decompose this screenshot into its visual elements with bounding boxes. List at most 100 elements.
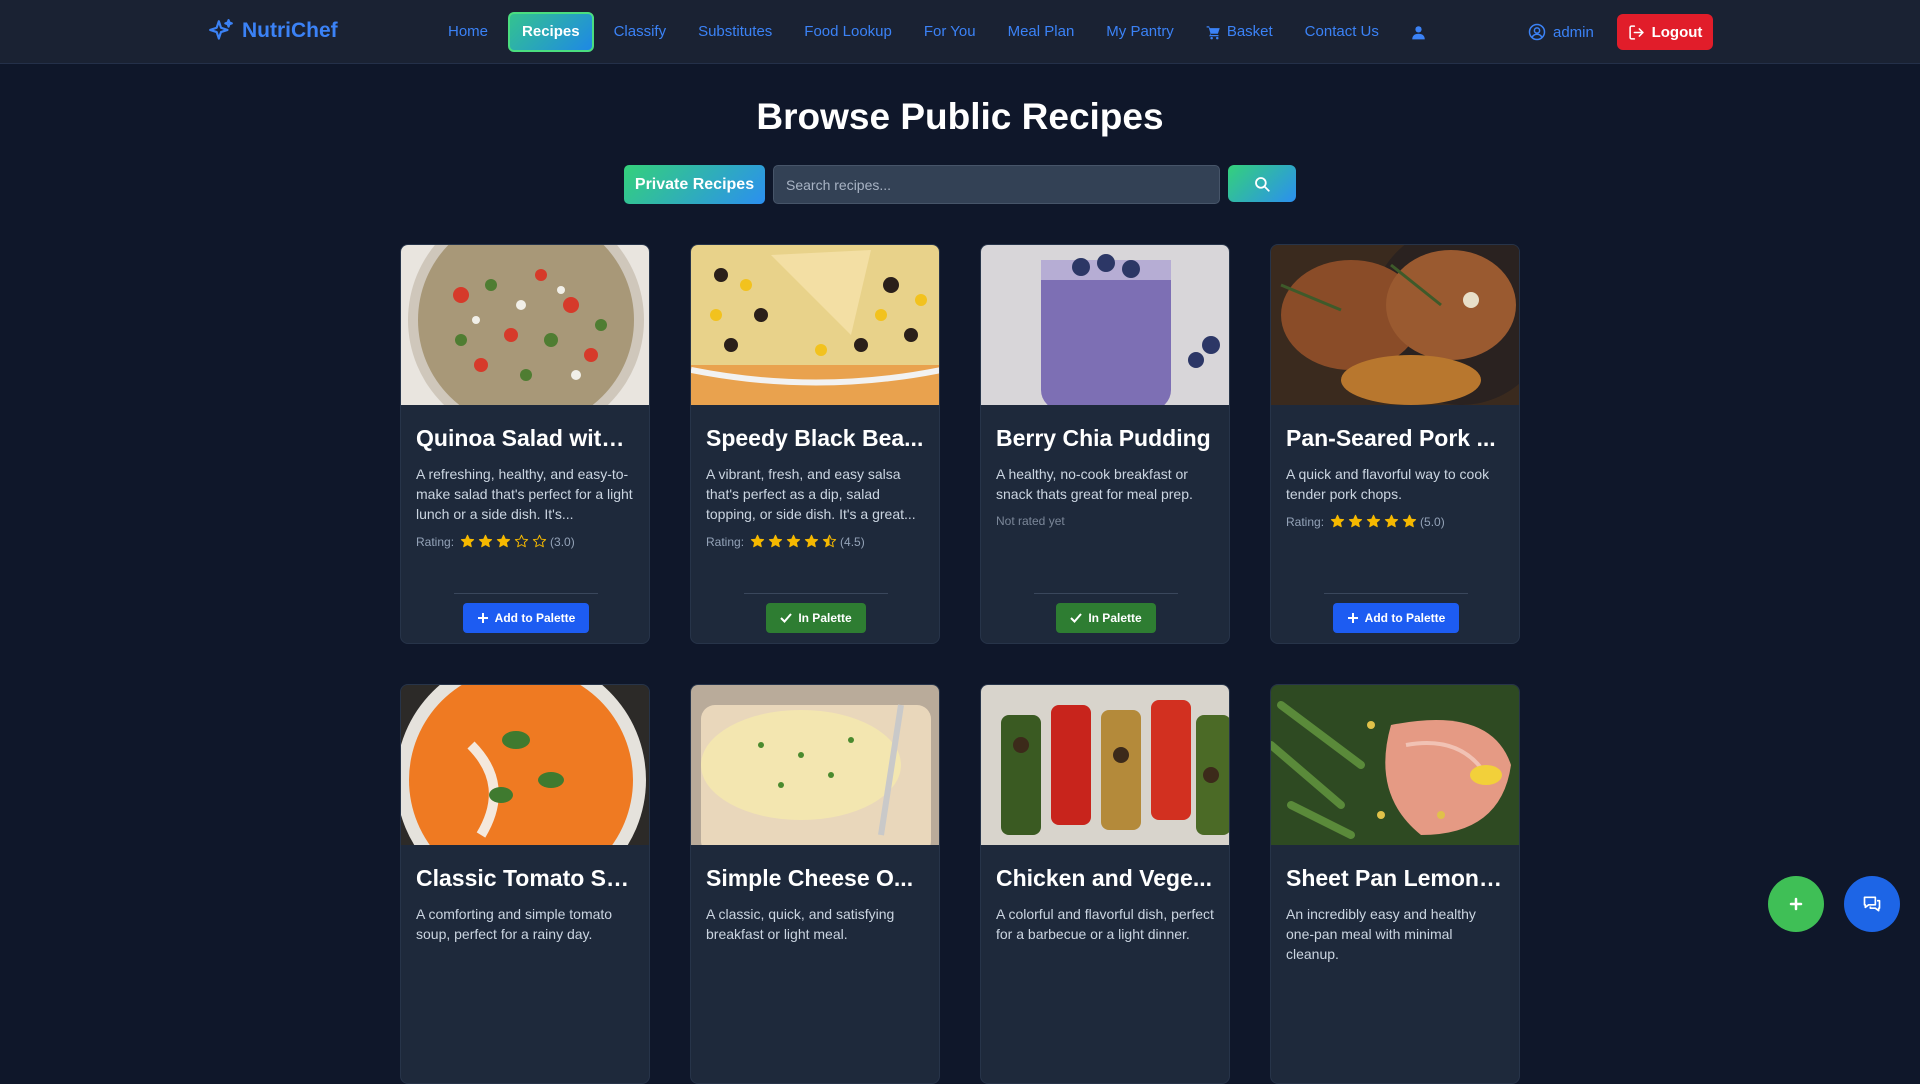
star-icon [1348, 514, 1363, 528]
add-to-palette-button[interactable]: Add to Palette [1333, 603, 1459, 633]
recipe-card[interactable]: Speedy Black Bea... A vibrant, fresh, an… [690, 244, 940, 644]
brand-logo[interactable]: NutriChef [208, 18, 338, 44]
nav-meal-plan[interactable]: Meal Plan [992, 12, 1091, 52]
recipe-card[interactable]: Simple Cheese O... A classic, quick, and… [690, 684, 940, 1084]
cart-icon [1206, 25, 1220, 39]
nav-substitutes[interactable]: Substitutes [682, 12, 788, 52]
recipe-title[interactable]: Classic Tomato So... [416, 865, 634, 892]
not-rated-text: Not rated yet [996, 514, 1065, 528]
rating-value: (5.0) [1420, 514, 1445, 529]
user-settings-icon [1412, 25, 1425, 39]
footer-divider [454, 593, 598, 594]
search-input[interactable] [773, 165, 1220, 204]
palette-label: In Palette [798, 611, 852, 625]
recipe-rating: Rating: (5.0) [1286, 514, 1504, 529]
rating-value: (3.0) [550, 534, 575, 549]
logout-button[interactable]: Logout [1617, 14, 1713, 50]
recipe-description: A refreshing, healthy, and easy-to-make … [416, 466, 633, 522]
in-palette-button[interactable]: In Palette [766, 603, 866, 633]
recipe-image-lemon-salmon [1271, 685, 1519, 845]
card-footer: Add to Palette [1271, 593, 1519, 643]
recipe-title[interactable]: Pan-Seared Pork ... [1286, 425, 1504, 452]
recipe-image-black-bean-salsa [691, 245, 939, 405]
add-fab-button[interactable] [1768, 876, 1824, 932]
recipe-description: A colorful and flavorful dish, perfect f… [996, 906, 1214, 942]
nav-home[interactable]: Home [432, 12, 504, 52]
logout-icon [1628, 24, 1644, 40]
recipe-description: A classic, quick, and satisfying breakfa… [706, 906, 895, 942]
recipe-rating: Rating: (4.5) [706, 534, 924, 549]
nav-food-lookup[interactable]: Food Lookup [788, 12, 908, 52]
recipe-card[interactable]: Sheet Pan Lemon ... An incredibly easy a… [1270, 684, 1520, 1084]
user-circle-icon [1528, 23, 1546, 41]
recipe-card[interactable]: Classic Tomato So... A comforting and si… [400, 684, 650, 1084]
palette-label: In Palette [1088, 611, 1142, 625]
plus-icon [477, 613, 488, 623]
recipe-description: An incredibly easy and healthy one-pan m… [1286, 906, 1476, 962]
star-icon [786, 534, 801, 548]
star-icon [460, 534, 475, 548]
recipe-image-pork-chops [1271, 245, 1519, 405]
chat-icon [1863, 896, 1881, 912]
star-icon [1330, 514, 1345, 528]
recipe-description: A comforting and simple tomato soup, per… [416, 906, 613, 942]
nav-classify[interactable]: Classify [598, 12, 683, 52]
add-to-palette-button[interactable]: Add to Palette [463, 603, 589, 633]
rating-stars [460, 534, 547, 549]
recipe-title[interactable]: Chicken and Vege... [996, 865, 1214, 892]
search-button[interactable] [1228, 165, 1296, 202]
recipe-card[interactable]: Berry Chia Pudding A healthy, no-cook br… [980, 244, 1230, 644]
nav-links: Home Recipes Classify Substitutes Food L… [432, 12, 1442, 52]
recipe-grid: Quinoa Salad with... A refreshing, healt… [400, 244, 1520, 1084]
in-palette-button[interactable]: In Palette [1056, 603, 1156, 633]
plus-icon [1789, 897, 1803, 911]
star-icon [768, 534, 783, 548]
recipe-title[interactable]: Berry Chia Pudding [996, 425, 1214, 452]
star-icon [750, 534, 765, 548]
recipe-title[interactable]: Sheet Pan Lemon ... [1286, 865, 1504, 892]
recipe-image-quinoa-salad [401, 245, 649, 405]
recipe-image-cheese-omelette [691, 685, 939, 845]
footer-divider [744, 593, 888, 594]
star-icon [1366, 514, 1381, 528]
brand-name: NutriChef [242, 19, 338, 42]
star-icon [804, 534, 819, 548]
rating-label: Rating: [416, 534, 455, 549]
rating-value: (4.5) [840, 534, 865, 549]
card-footer: In Palette [691, 593, 939, 643]
recipe-description: A quick and flavorful way to cook tender… [1286, 466, 1490, 502]
rating-stars [1330, 514, 1417, 529]
rating-stars [750, 534, 837, 549]
recipe-title[interactable]: Quinoa Salad with... [416, 425, 634, 452]
recipe-title[interactable]: Simple Cheese O... [706, 865, 924, 892]
nav-my-pantry[interactable]: My Pantry [1090, 12, 1190, 52]
palette-label: Add to Palette [1364, 611, 1446, 625]
recipe-card[interactable]: Quinoa Salad with... A refreshing, healt… [400, 244, 650, 644]
nav-recipes[interactable]: Recipes [508, 12, 594, 52]
recipe-rating: Rating: (3.0) [416, 534, 634, 549]
recipe-card[interactable]: Pan-Seared Pork ... A quick and flavorfu… [1270, 244, 1520, 644]
nav-basket[interactable]: Basket [1190, 12, 1289, 52]
recipe-image-tomato-soup [401, 685, 649, 845]
nav-contact-us[interactable]: Contact Us [1289, 12, 1395, 52]
nav-basket-label: Basket [1226, 23, 1273, 40]
star-icon [1402, 514, 1417, 528]
recipe-image-chicken-skewers [981, 685, 1229, 845]
recipe-image-chia-pudding [981, 245, 1229, 405]
recipe-title[interactable]: Speedy Black Bea... [706, 425, 924, 452]
plus-icon [1347, 613, 1358, 623]
rating-label: Rating: [706, 534, 745, 549]
logout-label: Logout [1651, 23, 1703, 41]
private-recipes-button[interactable]: Private Recipes [624, 165, 765, 204]
star-icon [496, 534, 511, 548]
nav-profile[interactable] [1395, 12, 1442, 52]
user-menu[interactable]: admin [1528, 12, 1594, 52]
chat-fab-button[interactable] [1844, 876, 1900, 932]
recipe-description: A vibrant, fresh, and easy salsa that's … [706, 466, 916, 522]
recipe-card[interactable]: Chicken and Vege... A colorful and flavo… [980, 684, 1230, 1084]
nav-for-you[interactable]: For You [908, 12, 992, 52]
check-icon [780, 613, 793, 623]
check-icon [1070, 613, 1083, 623]
star-icon [1384, 514, 1399, 528]
navbar: NutriChef Home Recipes Classify Substitu… [0, 0, 1920, 64]
